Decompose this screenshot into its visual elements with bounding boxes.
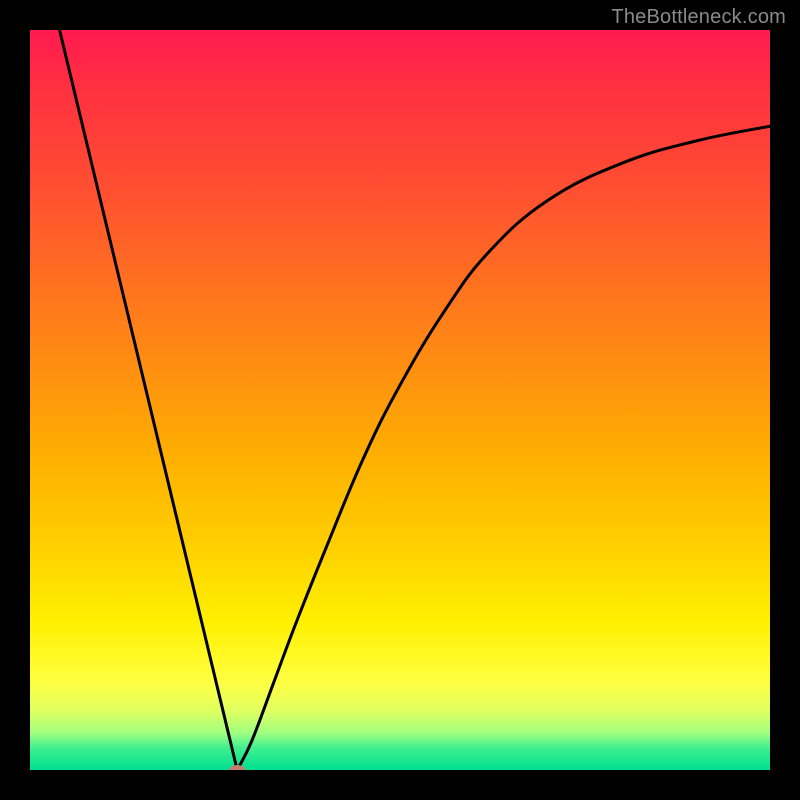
attribution-text: TheBottleneck.com	[611, 6, 786, 29]
chart-svg	[30, 30, 770, 770]
plot-area	[30, 30, 770, 770]
curve-line	[60, 30, 770, 770]
minimum-marker	[229, 765, 245, 770]
chart-frame: TheBottleneck.com	[0, 0, 800, 800]
